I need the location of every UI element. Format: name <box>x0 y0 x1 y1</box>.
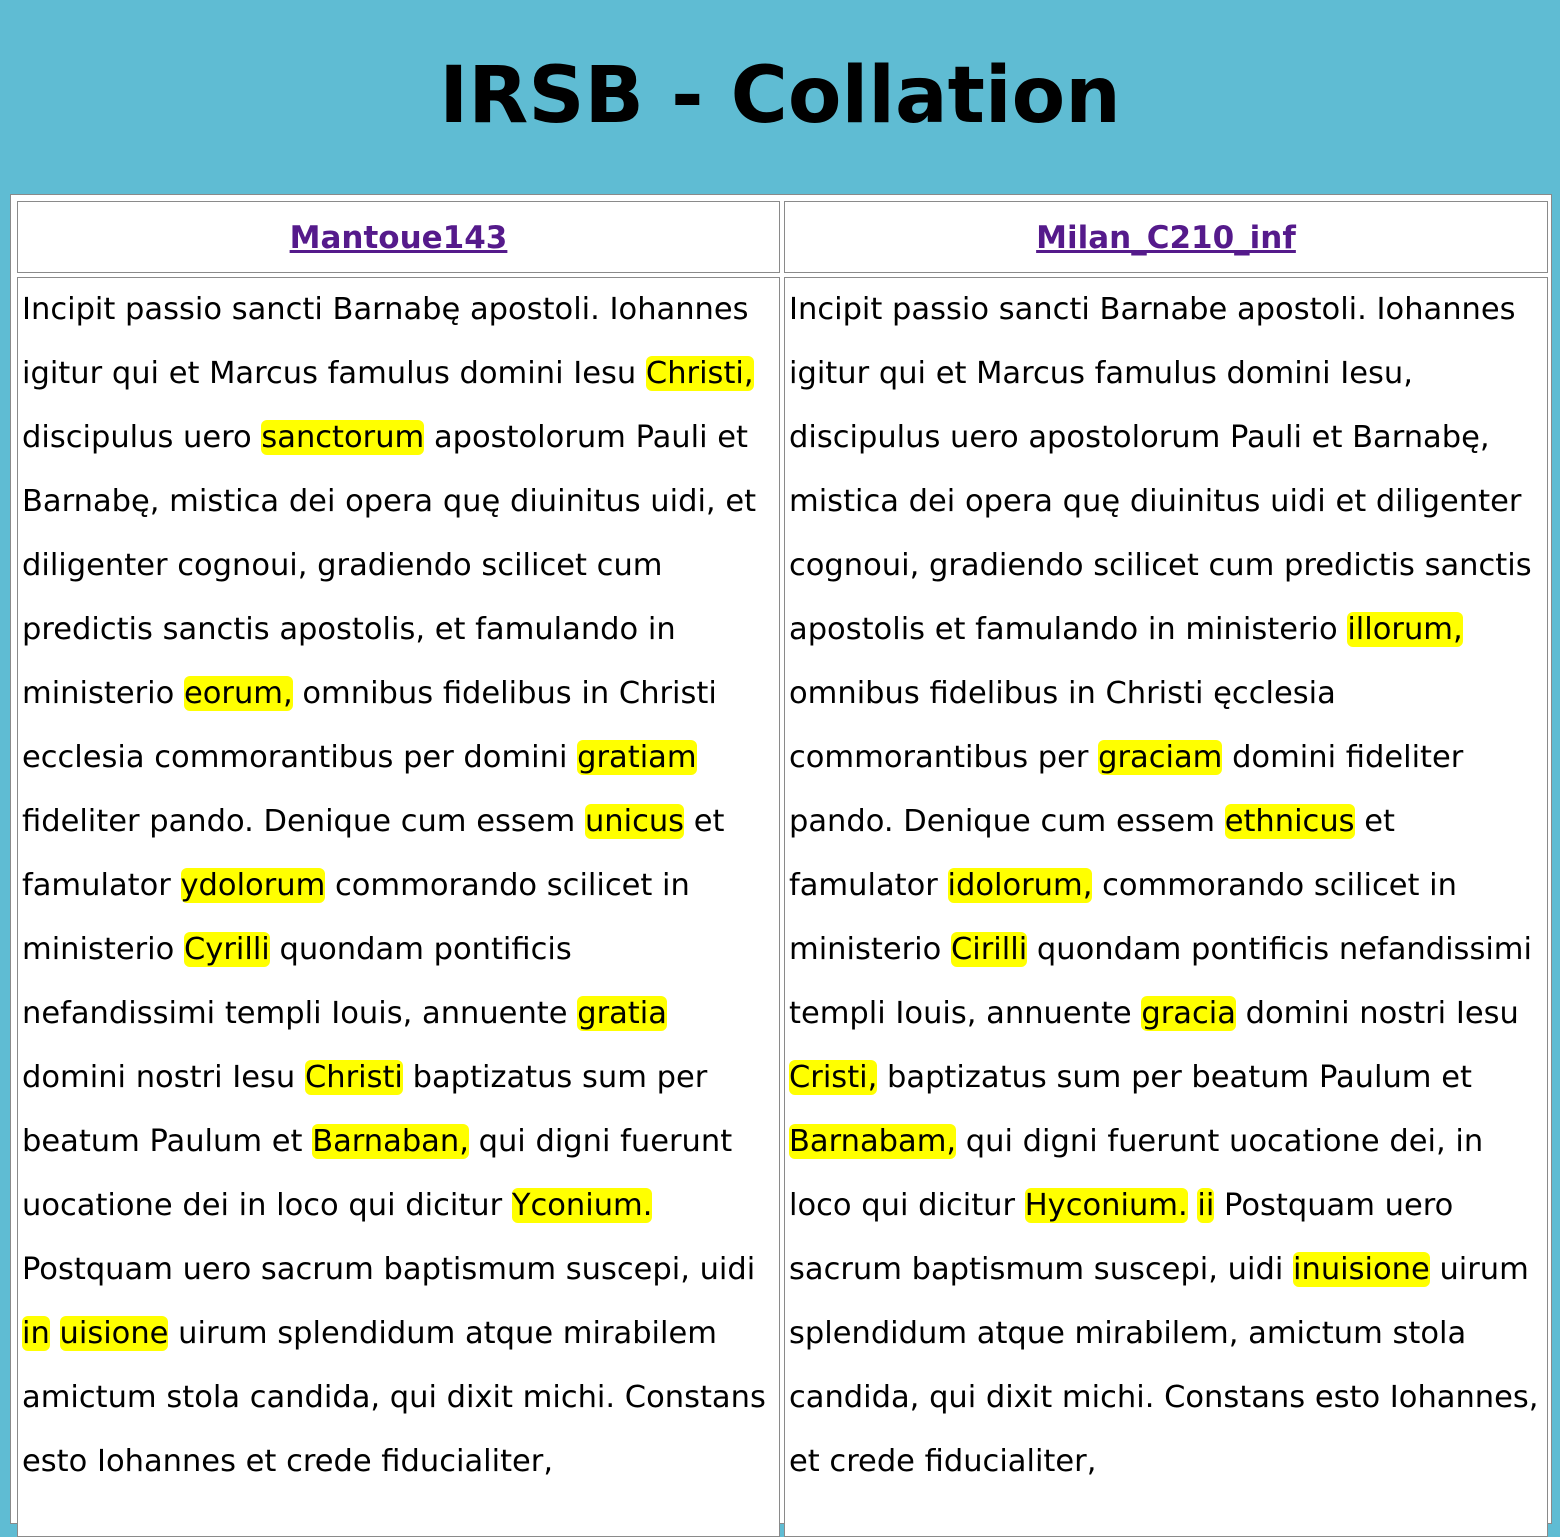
variant-highlight: graciam <box>1098 740 1223 775</box>
variant-highlight: unicus <box>584 804 685 839</box>
witness-link-milan-c210-inf[interactable]: Milan_C210_inf <box>1036 220 1296 256</box>
text-segment: baptizatus sum per beatum Paulum et <box>877 1060 1472 1095</box>
variant-highlight: gratia <box>577 996 667 1031</box>
variant-highlight: gracia <box>1141 996 1236 1031</box>
variant-highlight: sanctorum <box>261 420 425 455</box>
variant-highlight: Cristi, <box>789 1060 878 1095</box>
text-segment: Incipit passio sancti Barnabe apostoli. … <box>789 292 1532 647</box>
variant-highlight: Christi, <box>645 356 754 391</box>
witness-text-mantoue143: Incipit passio sancti Barnabę apostoli. … <box>22 278 774 1494</box>
text-segment: fideliter pando. Denique cum essem <box>22 804 585 839</box>
variant-highlight: Barnaban, <box>312 1124 469 1159</box>
variant-highlight: Hyconium. <box>1024 1188 1188 1223</box>
variant-highlight: Cyrilli <box>183 932 270 967</box>
variant-highlight: ii <box>1197 1188 1215 1223</box>
witness-text-cell-right: Incipit passio sancti Barnabe apostoli. … <box>784 277 1548 1537</box>
variant-highlight: Barnabam, <box>789 1124 957 1159</box>
variant-highlight: idolorum, <box>947 868 1093 903</box>
variant-highlight: inuisione <box>1293 1252 1430 1287</box>
text-segment <box>1188 1188 1198 1223</box>
variant-highlight: illorum, <box>1347 612 1463 647</box>
text-segment <box>50 1316 60 1351</box>
column-header-left: Mantoue143 <box>17 201 780 273</box>
variant-highlight: in <box>22 1316 50 1351</box>
collation-table: Mantoue143 Milan_C210_inf Incipit passio… <box>10 194 1552 1537</box>
variant-highlight: ethnicus <box>1224 804 1355 839</box>
text-segment: discipulus uero <box>22 420 262 455</box>
text-segment: domini nostri Iesu <box>22 1060 305 1095</box>
witness-text-milan-c210-inf: Incipit passio sancti Barnabe apostoli. … <box>789 278 1542 1494</box>
column-header-right: Milan_C210_inf <box>784 201 1548 273</box>
text-segment: apostolorum Pauli et Barnabę, mistica de… <box>22 420 757 711</box>
variant-highlight: Yconium. <box>511 1188 653 1223</box>
variant-highlight: uisione <box>59 1316 169 1351</box>
variant-highlight: Christi <box>304 1060 403 1095</box>
text-segment: Postquam uero sacrum baptismum suscepi, … <box>22 1252 756 1287</box>
variant-highlight: eorum, <box>183 676 293 711</box>
text-segment: domini nostri Iesu <box>1235 996 1519 1031</box>
variant-highlight: gratiam <box>577 740 697 775</box>
text-segment: Incipit passio sancti Barnabę apostoli. … <box>22 292 749 391</box>
variant-highlight: ydolorum <box>180 868 326 903</box>
witness-text-cell-left: Incipit passio sancti Barnabę apostoli. … <box>17 277 780 1537</box>
witness-link-mantoue143[interactable]: Mantoue143 <box>290 220 508 256</box>
page-title: IRSB - Collation <box>439 51 1121 141</box>
variant-highlight: Cirilli <box>950 932 1028 967</box>
